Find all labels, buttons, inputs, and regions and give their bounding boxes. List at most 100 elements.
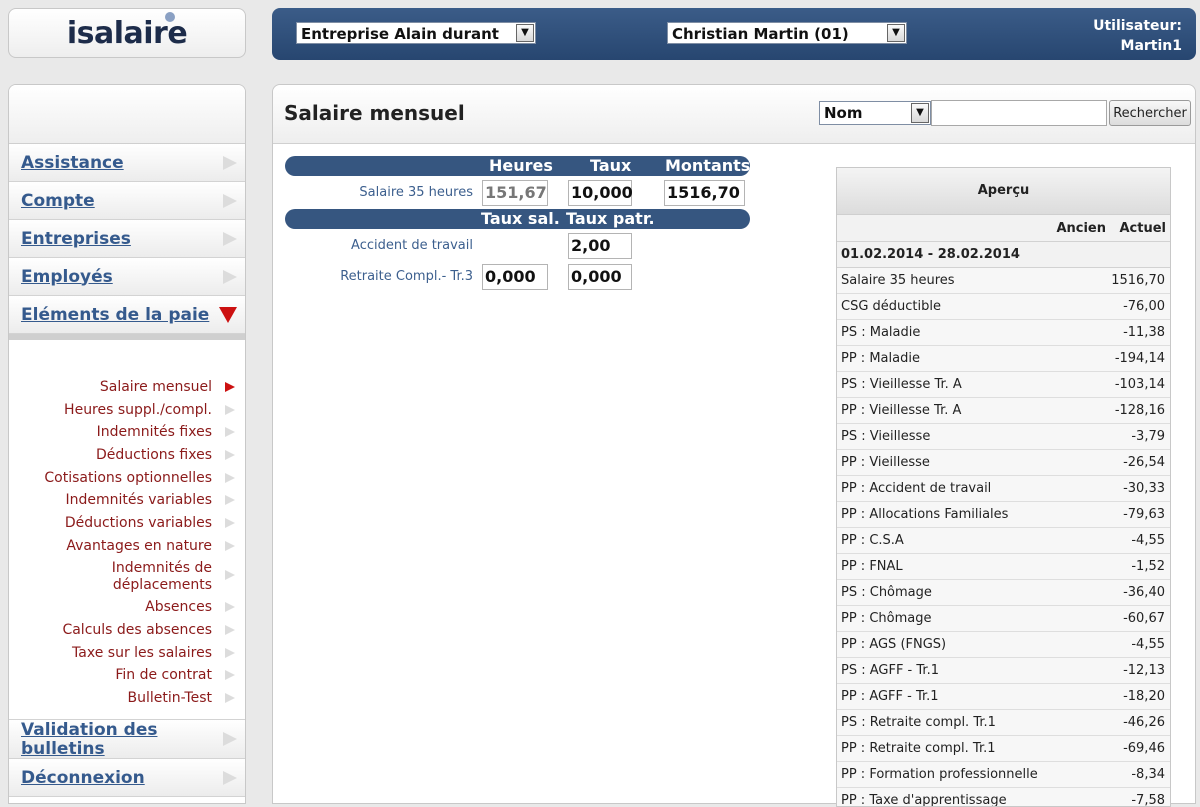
- taux-input[interactable]: 10,000: [568, 180, 633, 206]
- apercu-column-headers: Ancien Actuel: [837, 215, 1170, 242]
- row-value: -3,79: [1131, 429, 1165, 444]
- chevron-right-icon: [225, 602, 235, 613]
- chevron-down-icon[interactable]: ▼: [516, 24, 534, 42]
- chevron-right-icon: [225, 692, 235, 703]
- logo-dot-icon: [164, 11, 175, 22]
- chevron-right-icon: [225, 472, 235, 483]
- table-row: Salaire 35 heures 1516,70: [837, 268, 1170, 294]
- page-title: Salaire mensuel: [284, 101, 465, 125]
- row-value: -194,14: [1114, 351, 1165, 366]
- chevron-right-icon: [223, 232, 237, 246]
- table-row: PP : Retraite compl. Tr.1 -69,46: [837, 736, 1170, 762]
- chevron-right-icon: [225, 670, 235, 681]
- sidebar-item-entreprises[interactable]: Entreprises: [9, 220, 245, 258]
- chevron-right-icon: [223, 156, 237, 170]
- submenu-item-calculs-absences[interactable]: Calculs des absences: [9, 621, 245, 639]
- chevron-right-icon: [225, 647, 235, 658]
- submenu-item-avantages-nature[interactable]: Avantages en nature: [9, 537, 245, 555]
- row-value: -18,20: [1123, 689, 1165, 704]
- chevron-right-icon: [225, 518, 235, 529]
- row-label-salaire: Salaire 35 heures: [359, 185, 473, 200]
- submenu-item-deductions-fixes[interactable]: Déductions fixes: [9, 446, 245, 464]
- logo-box[interactable]: isalaire: [8, 8, 246, 58]
- search-button[interactable]: Rechercher: [1109, 100, 1191, 126]
- chevron-down-icon: [219, 307, 237, 323]
- heures-input[interactable]: 151,67: [482, 180, 548, 206]
- submenu-item-taxe-salaires[interactable]: Taxe sur les salaires: [9, 644, 245, 662]
- chevron-right-icon: [223, 194, 237, 208]
- row-name: PP : Maladie: [841, 351, 920, 366]
- row-name: PS : Chômage: [841, 585, 932, 600]
- row-value: -4,55: [1131, 637, 1165, 652]
- submenu-item-indemnites-fixes[interactable]: Indemnités fixes: [9, 423, 245, 441]
- table-header-rates: Heures Taux Montants: [285, 156, 750, 176]
- table-row: PS : AGFF - Tr.1 -12,13: [837, 658, 1170, 684]
- table-row: PP : Formation professionnelle -8,34: [837, 762, 1170, 788]
- sidebar-item-assistance[interactable]: Assistance: [9, 144, 245, 182]
- table-row: PP : Accident de travail -30,33: [837, 476, 1170, 502]
- submenu-item-bulletin-test[interactable]: Bulletin-Test: [9, 689, 245, 707]
- apercu-panel: Aperçu Ancien Actuel 01.02.2014 - 28.02.…: [836, 167, 1171, 807]
- submenu-item-indemnites-deplacements[interactable]: Indemnités de déplacements: [9, 560, 245, 594]
- row-name: PP : C.S.A: [841, 533, 904, 548]
- row-value: -8,34: [1131, 767, 1165, 782]
- table-header-contributions: Taux sal. Taux patr.: [285, 209, 750, 229]
- row-label-accident: Accident de travail: [351, 238, 473, 253]
- row-name: PP : Chômage: [841, 611, 932, 626]
- table-row: PP : FNAL -1,52: [837, 554, 1170, 580]
- row-value: -11,38: [1123, 325, 1165, 340]
- chevron-right-icon: [223, 270, 237, 284]
- submenu-item-indemnites-variables[interactable]: Indemnités variables: [9, 491, 245, 509]
- row-name: Salaire 35 heures: [841, 273, 955, 288]
- submenu: Salaire mensuel Heures suppl./compl. Ind…: [9, 334, 245, 719]
- search-field-select[interactable]: Nom ▼: [819, 101, 931, 125]
- row-value: -76,00: [1123, 299, 1165, 314]
- row-name: PP : Formation professionnelle: [841, 767, 1038, 782]
- chevron-down-icon[interactable]: ▼: [911, 103, 929, 123]
- submenu-item-heures-suppl[interactable]: Heures suppl./compl.: [9, 401, 245, 419]
- table-row: PS : Maladie -11,38: [837, 320, 1170, 346]
- table-row: PP : Vieillesse Tr. A -128,16: [837, 398, 1170, 424]
- table-row: PP : Allocations Familiales -79,63: [837, 502, 1170, 528]
- row-value: -128,16: [1114, 403, 1165, 418]
- submenu-item-cotisations-optionnelles[interactable]: Cotisations optionnelles: [9, 469, 245, 487]
- search-input[interactable]: [931, 100, 1107, 126]
- row-value: -26,54: [1123, 455, 1165, 470]
- row-name: PS : Retraite compl. Tr.1: [841, 715, 996, 730]
- sidebar-item-validation-bulletins[interactable]: Validation des bulletins: [9, 719, 245, 759]
- submenu-item-fin-contrat[interactable]: Fin de contrat: [9, 666, 245, 684]
- chevron-right-icon: [225, 569, 235, 580]
- top-bar: Entreprise Alain durant ▼ Christian Mart…: [272, 8, 1196, 60]
- user-name: Martin1: [1120, 38, 1182, 54]
- chevron-down-icon[interactable]: ▼: [887, 24, 905, 42]
- row-value: -1,52: [1131, 559, 1165, 574]
- montant-input[interactable]: 1516,70: [664, 180, 745, 206]
- table-row: PS : Retraite compl. Tr.1 -46,26: [837, 710, 1170, 736]
- employee-select[interactable]: Christian Martin (01) ▼: [667, 22, 907, 44]
- row-name: PP : Accident de travail: [841, 481, 992, 496]
- sidebar-item-employes[interactable]: Employés: [9, 258, 245, 296]
- row-value: -30,33: [1123, 481, 1165, 496]
- row-name: PS : Vieillesse Tr. A: [841, 377, 962, 392]
- sidebar-item-compte[interactable]: Compte: [9, 182, 245, 220]
- retraite-taux-patr-input[interactable]: 0,000: [568, 264, 632, 290]
- sidebar-item-deconnexion[interactable]: Déconnexion: [9, 759, 245, 797]
- submenu-item-salaire-mensuel[interactable]: Salaire mensuel: [9, 378, 245, 396]
- row-value: -46,26: [1123, 715, 1165, 730]
- main-header: Salaire mensuel Nom ▼ Rechercher: [273, 85, 1195, 144]
- chevron-right-icon: [223, 771, 237, 785]
- table-row: PP : AGS (FNGS) -4,55: [837, 632, 1170, 658]
- submenu-item-deductions-variables[interactable]: Déductions variables: [9, 514, 245, 532]
- row-label-retraite: Retraite Compl.- Tr.3: [340, 269, 473, 284]
- sidebar-item-elements-paie[interactable]: Eléments de la paie: [9, 296, 245, 334]
- submenu-item-absences[interactable]: Absences: [9, 598, 245, 616]
- accident-taux-patr-input[interactable]: 2,00: [568, 233, 632, 259]
- row-value: -60,67: [1123, 611, 1165, 626]
- table-row: PP : AGFF - Tr.1 -18,20: [837, 684, 1170, 710]
- row-value: -12,13: [1123, 663, 1165, 678]
- apercu-period: 01.02.2014 - 28.02.2014: [837, 242, 1170, 268]
- table-row: CSG déductible -76,00: [837, 294, 1170, 320]
- retraite-taux-sal-input[interactable]: 0,000: [482, 264, 548, 290]
- company-select[interactable]: Entreprise Alain durant ▼: [296, 22, 536, 44]
- chevron-right-icon: [225, 624, 235, 635]
